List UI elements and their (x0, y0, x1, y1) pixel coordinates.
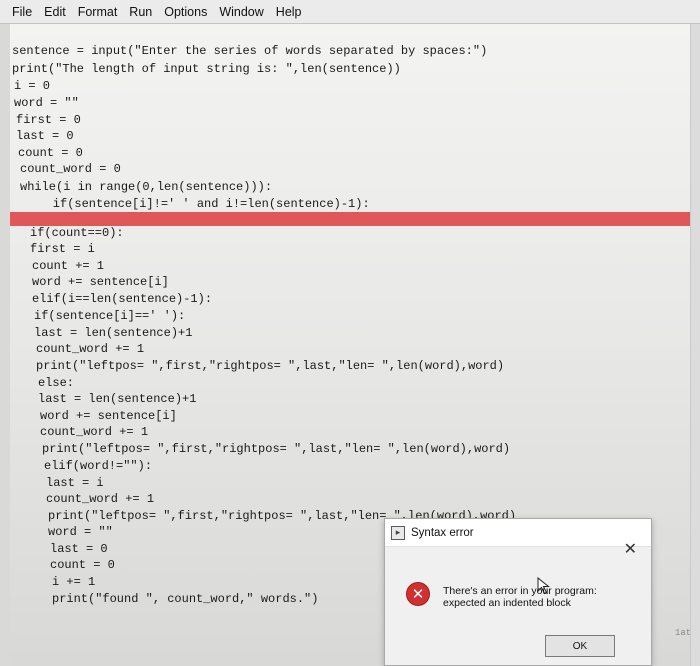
dialog-titlebar[interactable]: ▸ Syntax error (385, 519, 651, 547)
menu-window[interactable]: Window (213, 1, 269, 23)
code-line: print("leftpos= ",first,"rightpos= ",las… (42, 442, 511, 456)
ok-button[interactable]: OK (545, 635, 615, 657)
code-line: word += sentence[i] (32, 275, 169, 289)
error-message: There's an error in your program: expect… (443, 585, 597, 609)
code-line: count_word = 0 (20, 162, 121, 176)
code-line: last = 0 (16, 129, 74, 143)
code-line: count_word += 1 (36, 342, 145, 356)
code-line: count += 1 (32, 259, 105, 273)
code-line: word = "" (14, 96, 79, 110)
menu-file[interactable]: File (6, 1, 38, 23)
syntax-error-highlight (10, 212, 690, 226)
menu-bar: File Edit Format Run Options Window Help (0, 0, 700, 24)
menu-run[interactable]: Run (123, 1, 158, 23)
code-line: last = len(sentence)+1 (38, 392, 197, 406)
code-line: count_word += 1 (46, 492, 155, 506)
vertical-scrollbar[interactable] (690, 24, 700, 666)
code-line: if(sentence[i]!=' ' and i!=len(sentence)… (24, 197, 370, 211)
code-line: else: (38, 376, 75, 390)
code-line: first = 0 (16, 113, 81, 127)
code-line: sentence = input("Enter the series of wo… (12, 44, 488, 58)
edge-text: 1at (675, 628, 692, 638)
menu-help[interactable]: Help (270, 1, 308, 23)
code-line: i = 0 (14, 79, 51, 93)
code-line: elif(i==len(sentence)-1): (32, 292, 213, 306)
code-line: while(i in range(0,len(sentence))): (20, 180, 273, 194)
code-line: word = "" (48, 525, 113, 539)
code-line: count = 0 (50, 558, 115, 572)
code-line: word += sentence[i] (40, 409, 177, 423)
code-line: elif(word!=""): (44, 459, 153, 473)
python-icon: ▸ (391, 525, 405, 540)
code-line: if(count==0): (30, 226, 124, 240)
menu-options[interactable]: Options (158, 1, 213, 23)
code-line: i += 1 (52, 575, 96, 589)
error-icon: ✕ (407, 583, 429, 605)
dialog-body: ✕ There's an error in your program: expe… (385, 547, 653, 666)
code-line: count_word += 1 (40, 425, 149, 439)
syntax-error-dialog: ▸ Syntax error ✕ ✕ There's an error in y… (384, 518, 652, 666)
code-line: count = 0 (18, 146, 83, 160)
code-line: last = i (46, 476, 104, 490)
code-line: print("The length of input string is: ",… (12, 62, 401, 76)
code-line: last = 0 (50, 542, 108, 556)
menu-format[interactable]: Format (72, 1, 124, 23)
code-line: if(sentence[i]==' '): (34, 309, 186, 323)
code-line: print("leftpos= ",first,"rightpos= ",las… (36, 359, 505, 373)
code-line: last = len(sentence)+1 (34, 326, 193, 340)
menu-edit[interactable]: Edit (38, 1, 72, 23)
code-line: print("found ", count_word," words.") (52, 592, 319, 606)
code-line: first = i (30, 242, 95, 256)
dialog-title: Syntax error (411, 526, 474, 539)
